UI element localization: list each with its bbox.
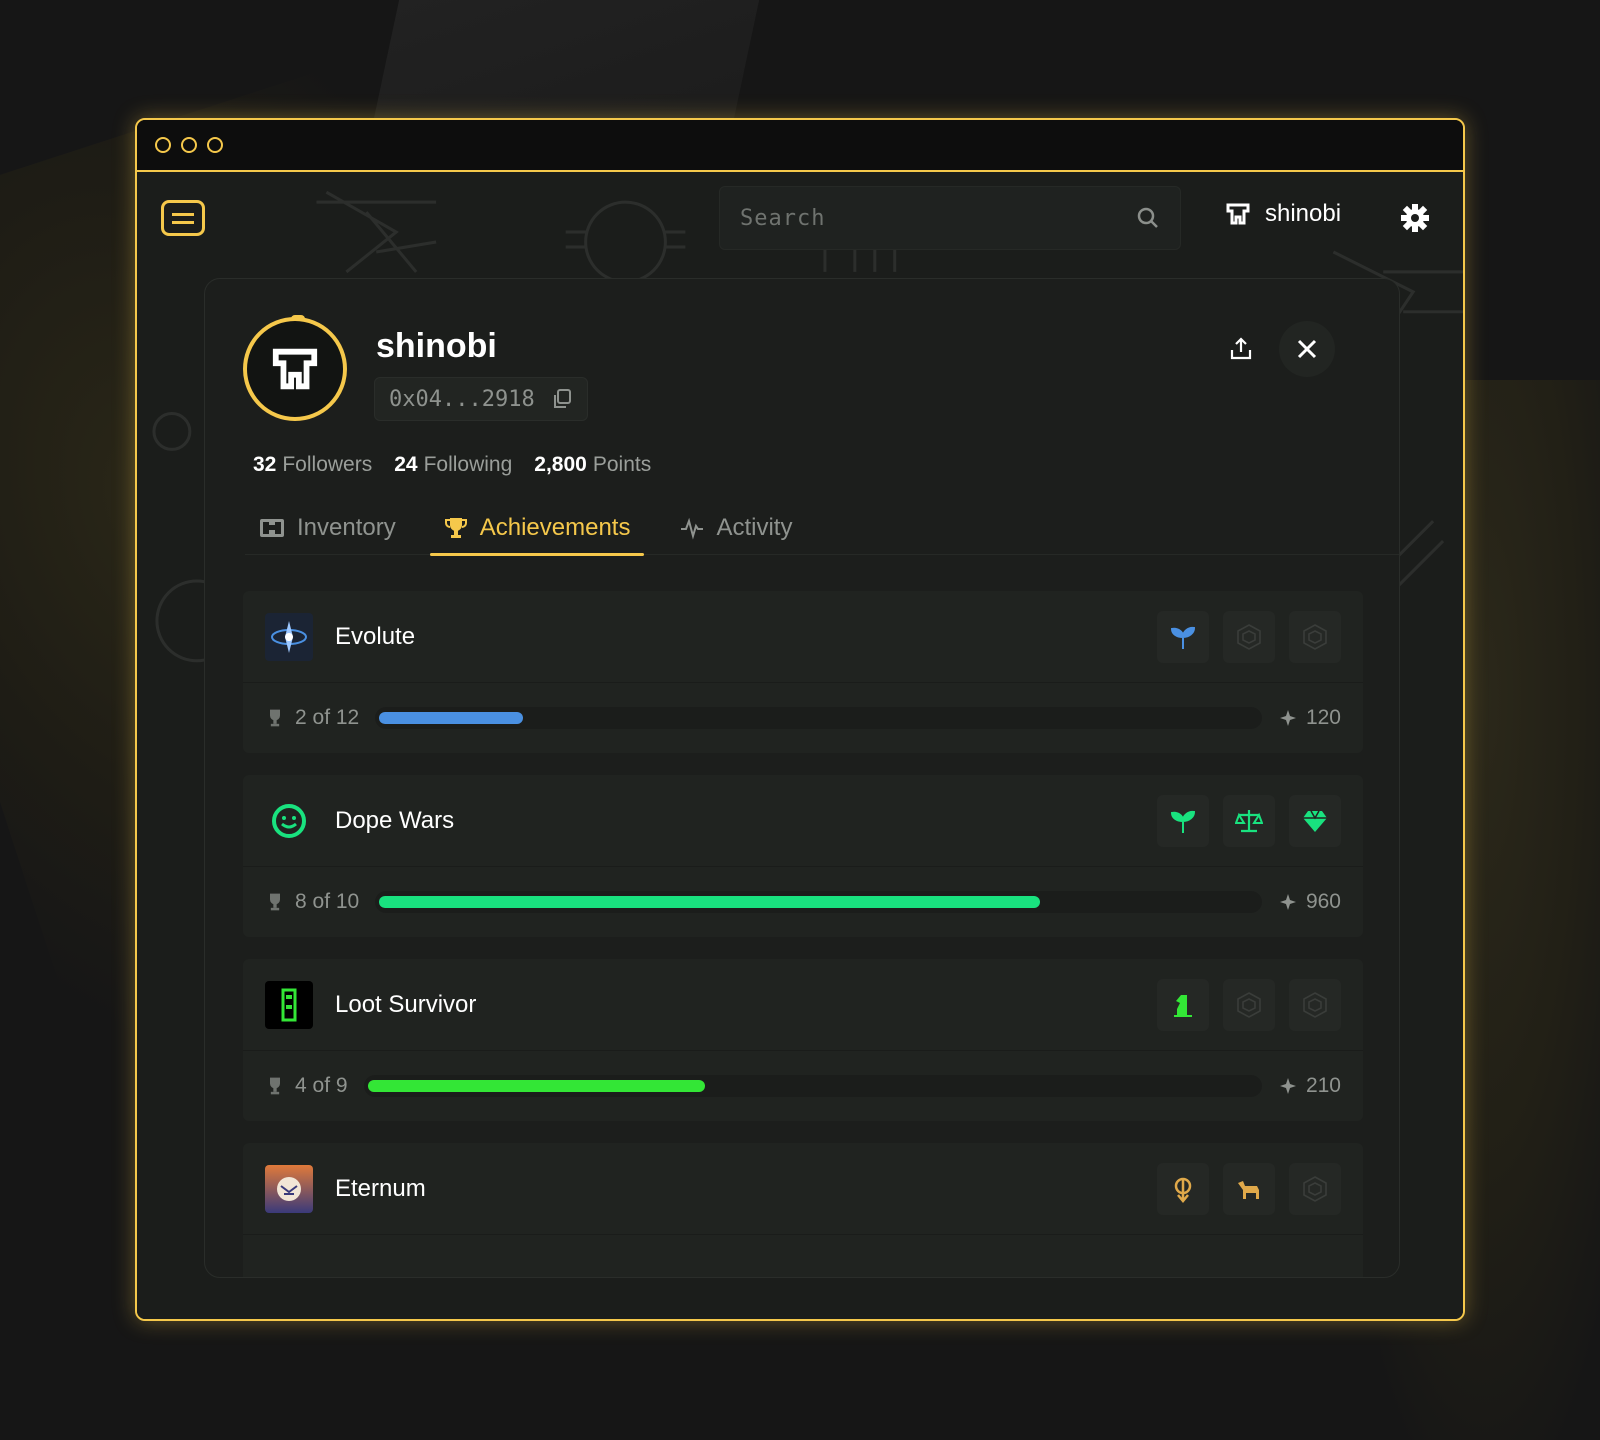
badge-list	[1157, 610, 1341, 663]
progress-bar	[375, 707, 1262, 729]
profile-avatar	[243, 315, 347, 421]
username-label: shinobi	[1265, 200, 1342, 227]
trophy-icon	[270, 1077, 280, 1095]
progress-fill	[379, 896, 1041, 908]
points-earned: 960	[1278, 890, 1341, 914]
profile-name: shinobi	[376, 327, 497, 365]
profile-panel: shinobi 0x04...2918 32 Followers 24 Follow…	[204, 278, 1400, 1278]
tab-activity[interactable]: Activity	[666, 501, 806, 555]
evolute-logo-icon	[265, 612, 313, 661]
chest-icon	[260, 519, 284, 537]
game-name: Eternum	[335, 1174, 426, 1202]
app-logo-icon[interactable]	[161, 200, 205, 236]
achievement-count: 8 of 10	[265, 890, 359, 914]
locked-badge-icon[interactable]	[1289, 1162, 1341, 1215]
game-card-loot-survivor[interactable]: Loot Survivor 4 of 9 210	[243, 959, 1363, 1121]
locked-badge-icon[interactable]	[1223, 610, 1275, 663]
points-earned: 210	[1278, 1074, 1341, 1098]
game-card-dope-wars[interactable]: Dope Wars 8 of 10 960	[243, 775, 1363, 937]
top-bar: shinobi	[137, 172, 1463, 264]
window-dot-maximize[interactable]	[207, 137, 223, 153]
profile-tabs: Inventory Achievements Activity	[245, 501, 1399, 556]
search-box[interactable]	[719, 186, 1181, 250]
tab-achievements[interactable]: Achievements	[429, 501, 645, 556]
tab-inventory[interactable]: Inventory	[245, 501, 410, 555]
trophy-icon	[444, 518, 467, 538]
scales-icon[interactable]	[1223, 794, 1275, 847]
title-bar	[137, 120, 1463, 172]
search-icon[interactable]	[1136, 206, 1160, 230]
window-dot-minimize[interactable]	[181, 137, 197, 153]
crest-icon[interactable]	[1157, 1162, 1209, 1215]
points-earned: 120	[1278, 706, 1341, 730]
loot-survivor-logo-icon	[265, 980, 313, 1029]
search-input[interactable]	[740, 205, 1136, 231]
settings-gear-icon[interactable]	[1399, 202, 1431, 234]
dope-wars-logo-icon	[265, 797, 313, 845]
share-button[interactable]	[1213, 321, 1269, 377]
sprout-icon[interactable]	[1157, 794, 1209, 847]
achievement-count: 2 of 12	[265, 706, 359, 730]
game-name: Dope Wars	[335, 806, 455, 834]
achievement-count: 4 of 9	[265, 1074, 348, 1098]
progress-bar	[363, 1075, 1262, 1097]
app-window: shinobi shinobi 0x04...2918 32Followers …	[135, 118, 1465, 1321]
user-avatar-icon	[1226, 203, 1250, 225]
progress-bar	[375, 891, 1262, 913]
badge-list	[1157, 794, 1341, 847]
stat-following[interactable]: 24 Following	[394, 453, 512, 477]
close-icon	[1297, 339, 1317, 359]
game-name: Loot Survivor	[335, 990, 477, 1018]
badge-list	[1157, 1162, 1341, 1215]
progress-fill	[367, 1080, 705, 1092]
trophy-icon	[270, 709, 280, 727]
trophy-icon	[270, 893, 280, 911]
game-card-evolute[interactable]: Evolute 2 of 12 120	[243, 591, 1363, 753]
horse-icon[interactable]	[1223, 1162, 1275, 1215]
share-icon	[1230, 337, 1252, 360]
eternum-logo-icon	[265, 1164, 313, 1213]
game-card-eternum[interactable]: Eternum	[243, 1143, 1363, 1277]
sparkle-icon	[1279, 1078, 1296, 1094]
gem-icon[interactable]	[1289, 794, 1341, 847]
game-name: Evolute	[335, 622, 416, 650]
user-menu-button[interactable]: shinobi	[1225, 200, 1341, 228]
copy-icon[interactable]	[551, 388, 573, 410]
profile-stats: 32 Followers 24 Following 2,800 Points	[253, 453, 651, 477]
progress-fill	[379, 712, 524, 724]
close-button[interactable]	[1279, 321, 1335, 377]
window-dot-close[interactable]	[155, 137, 171, 153]
stat-points: 2,800 Points	[534, 453, 652, 476]
locked-badge-icon[interactable]	[1289, 978, 1341, 1031]
sparkle-icon	[1279, 710, 1296, 726]
avatar-glyph-icon	[272, 348, 318, 390]
pulse-icon	[681, 517, 704, 540]
app-content: shinobi shinobi 0x04...2918 32Followers …	[137, 172, 1463, 1319]
locked-badge-icon[interactable]	[1289, 610, 1341, 663]
locked-badge-icon[interactable]	[1223, 978, 1275, 1031]
wallet-address-text: 0x04...2918	[389, 386, 535, 412]
sprout-icon[interactable]	[1157, 610, 1209, 663]
wallet-address[interactable]: 0x04...2918	[374, 377, 588, 421]
chess-knight-icon[interactable]	[1157, 978, 1209, 1031]
sparkle-icon	[1279, 894, 1296, 910]
badge-list	[1157, 978, 1341, 1031]
stat-followers[interactable]: 32 Followers	[253, 453, 372, 477]
